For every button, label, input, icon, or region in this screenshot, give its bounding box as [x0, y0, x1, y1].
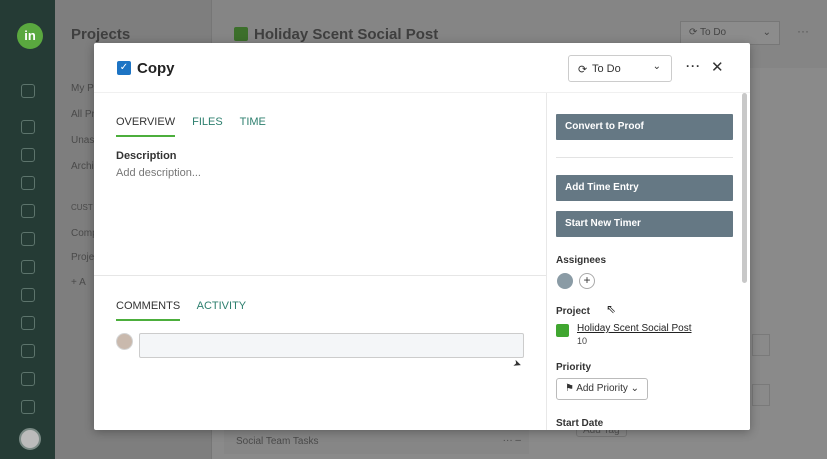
comment-tabs: COMMENTS ACTIVITY	[116, 300, 260, 321]
sidebar-title: Projects	[71, 26, 131, 43]
tab-comments[interactable]: COMMENTS	[116, 300, 181, 321]
project-label: Project	[556, 306, 590, 317]
sidebar-add[interactable]: + A	[71, 277, 86, 288]
ghost-box	[752, 384, 770, 406]
inbox-icon[interactable]	[21, 232, 35, 246]
main-title: Holiday Scent Social Post	[254, 26, 439, 43]
modal-left-pane: OVERVIEW FILES TIME Description Add desc…	[94, 93, 546, 430]
ghost-box	[752, 334, 770, 356]
app-logo[interactable]: in	[17, 23, 43, 49]
chevron-down-icon: ⌄	[652, 61, 661, 72]
priority-button-label: Add Priority	[576, 383, 628, 394]
add-assignee-button[interactable]: +	[579, 273, 595, 289]
megaphone-icon[interactable]	[21, 148, 35, 162]
main-more-icon[interactable]: ···	[797, 24, 809, 38]
user-icon[interactable]	[21, 344, 35, 358]
status-icon: ⟳	[578, 64, 588, 76]
flag-icon: ⚑	[565, 383, 574, 394]
task-modal: ✓ Copy ⟳ To Do ⌄ ··· ✕ OVERVIEW FILES TI…	[94, 43, 750, 430]
main-status-label: To Do	[699, 27, 727, 38]
convert-to-proof-button[interactable]: Convert to Proof	[556, 114, 733, 140]
sidebar-item[interactable]: Proje	[71, 252, 94, 263]
status-label: To Do	[592, 63, 621, 75]
more-icon[interactable]: ···	[686, 59, 701, 73]
main-status-dropdown[interactable]: ⟳ To Do ⌄	[680, 21, 780, 45]
comment-input[interactable]	[139, 333, 524, 358]
tab-files[interactable]: FILES	[192, 116, 223, 128]
close-icon[interactable]: ✕	[711, 58, 724, 76]
search-icon[interactable]	[21, 84, 35, 98]
modal-right-pane: Convert to Proof Add Time Entry Start Ne…	[546, 93, 750, 430]
user-avatar[interactable]	[19, 428, 41, 450]
send-icon[interactable]: ➤	[511, 358, 523, 371]
start-date-label: Start Date	[556, 418, 604, 429]
project-icon	[234, 27, 248, 41]
grid-icon[interactable]	[21, 372, 35, 386]
chart-icon[interactable]	[21, 400, 35, 414]
activity-icon[interactable]	[21, 120, 35, 134]
task-type-icon: ✓	[117, 61, 131, 75]
divider	[94, 275, 546, 276]
sidebar-item[interactable]: Unas	[71, 135, 94, 146]
description-label: Description	[116, 150, 177, 162]
overview-tabs: OVERVIEW FILES TIME	[116, 116, 280, 137]
icon-rail: in	[0, 0, 55, 459]
commenter-avatar	[116, 333, 133, 350]
tab-activity[interactable]: ACTIVITY	[197, 300, 247, 312]
task-icon[interactable]	[21, 204, 35, 218]
tab-overview[interactable]: OVERVIEW	[116, 116, 176, 137]
assignees-label: Assignees	[556, 255, 607, 266]
modal-title[interactable]: Copy	[137, 60, 175, 77]
proof-icon[interactable]	[21, 260, 35, 274]
scrollbar[interactable]	[742, 93, 747, 283]
project-number: 10	[577, 336, 588, 346]
assignee-avatar[interactable]	[557, 273, 573, 289]
chevron-down-icon: ⌄	[630, 383, 640, 394]
sidebar-item[interactable]: All Pr	[71, 109, 95, 120]
divider	[556, 157, 733, 158]
add-priority-button[interactable]: ⚑ Add Priority ⌄	[556, 378, 649, 400]
mouse-cursor-icon: ⇖	[606, 302, 617, 316]
add-time-entry-button[interactable]: Add Time Entry	[556, 175, 733, 201]
start-timer-button[interactable]: Start New Timer	[556, 211, 733, 237]
project-icon	[556, 324, 569, 337]
priority-label: Priority	[556, 362, 592, 373]
modal-header: ✓ Copy ⟳ To Do ⌄ ··· ✕	[94, 43, 750, 93]
sidebar-item[interactable]: My P	[71, 83, 94, 94]
task-group-row[interactable]: Social Team Tasks ··· –	[224, 430, 529, 454]
people-icon[interactable]	[21, 316, 35, 330]
status-dropdown[interactable]: ⟳ To Do ⌄	[568, 55, 672, 82]
folder-icon[interactable]	[21, 176, 35, 190]
tab-time[interactable]: TIME	[240, 116, 266, 128]
task-group-label: Social Team Tasks	[236, 436, 319, 447]
description-field[interactable]: Add description...	[116, 167, 201, 179]
calendar-icon[interactable]	[21, 288, 35, 302]
project-link[interactable]: Holiday Scent Social Post	[577, 323, 692, 334]
sidebar-section: CUST	[71, 203, 93, 212]
task-group-actions[interactable]: ··· –	[503, 435, 521, 446]
sidebar-item[interactable]: Archi	[71, 161, 94, 172]
